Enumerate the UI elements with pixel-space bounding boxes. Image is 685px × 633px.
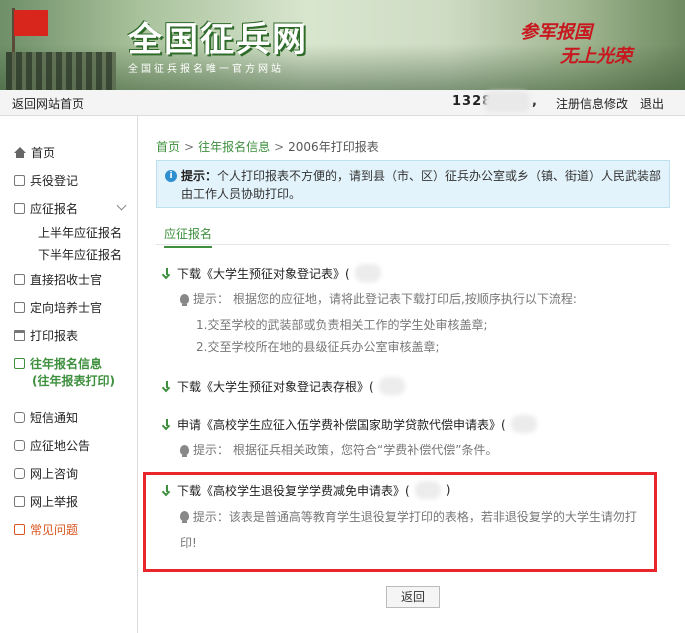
sidebar-item-label: 兵役登记: [30, 174, 79, 188]
sidebar-item-past-info[interactable]: 往年报名信息: [14, 355, 102, 372]
hint-label: 提示：: [192, 510, 229, 524]
info-tip-box: i 提示：个人打印报表不方便的，请到县（市、区）征兵办公室或乡（镇、街道）人民武…: [156, 160, 670, 208]
history-icon: [14, 358, 25, 369]
mail-icon: [14, 496, 25, 507]
hint-step-1: 1.交至学校的武装部或负责相关工作的学生处审核盖章;: [196, 318, 488, 332]
info-icon: i: [165, 170, 177, 182]
sidebar-item-enlist[interactable]: 应征报名: [14, 200, 78, 217]
sidebar-item-label: 定向培养士官: [30, 301, 103, 315]
site-banner: 全国征兵网 全国征兵报名唯一官方网站 参军报国 无上光荣: [0, 0, 685, 90]
sidebar-item-enlist-first-half[interactable]: 上半年应征报名: [38, 224, 122, 241]
flag-icon: [14, 10, 48, 36]
modify-info-link[interactable]: 注册信息修改: [556, 95, 628, 112]
slogan-1: 参军报国: [520, 22, 592, 43]
redacted-blur: [378, 377, 405, 395]
hint-3: 提示： 根据征兵相关政策，您符合“学费补偿代偿”条件。: [180, 441, 497, 458]
sidebar-item-label: 打印报表: [30, 329, 79, 343]
sidebar-item-directed-training[interactable]: 定向培养士官: [14, 299, 102, 316]
redacted-blur: [354, 264, 381, 282]
sidebar-item-print[interactable]: 打印报表: [14, 327, 78, 344]
site-subtitle: 全国征兵报名唯一官方网站: [128, 64, 284, 75]
sidebar-item-label: 应征报名: [30, 202, 79, 216]
sidebar-item-label: 网上举报: [30, 495, 79, 509]
breadcrumb: 首页 > 往年报名信息 >2006年打印报表: [156, 138, 379, 155]
question-icon: [14, 524, 25, 535]
sidebar-item-notice[interactable]: 应征地公告: [14, 437, 90, 454]
sidebar-item-registration[interactable]: 兵役登记: [14, 172, 78, 189]
hint-4: 提示：该表是普通高等教育学生退役复学打印的表格，若非退役复学的大学生请勿打印!: [180, 504, 640, 556]
back-home-link[interactable]: 返回网站首页: [12, 95, 84, 112]
list-icon: [14, 203, 25, 214]
lightbulb-icon: [180, 511, 189, 523]
tip-content: 个人打印报表不方便的，请到县（市、区）征兵办公室或乡（镇、街道）人民武装部由工作…: [181, 169, 662, 201]
download-title: 申请《高校学生应征入伍学费补偿国家助学贷款代偿申请表》(: [177, 417, 506, 432]
redacted-blur: [414, 481, 441, 499]
tab-enlist[interactable]: 应征报名: [164, 225, 213, 248]
home-icon: [14, 146, 26, 159]
breadcrumb-current: 2006年打印报表: [288, 140, 379, 154]
sidebar-item-report[interactable]: 网上举报: [14, 493, 78, 510]
download-icon: [162, 267, 172, 279]
sidebar-item-label: 应征地公告: [30, 439, 91, 453]
download-icon: [162, 484, 172, 496]
sidebar-item-sms[interactable]: 短信通知: [14, 409, 78, 426]
redacted-blur: [510, 415, 537, 433]
lightbulb-icon: [180, 293, 189, 306]
tip-label: 提示：: [181, 169, 218, 183]
hint-text: 根据您的应征地，请将此登记表下载打印后,按顺序执行以下流程:: [233, 292, 577, 306]
breadcrumb-home[interactable]: 首页: [156, 140, 180, 154]
tab-divider: [156, 244, 670, 245]
user-comma: ,: [532, 94, 537, 109]
sidebar-item-direct-recruit[interactable]: 直接招收士官: [14, 271, 102, 288]
hint-text: 该表是普通高等教育学生退役复学打印的表格，若非退役复学的大学生请勿打印!: [180, 510, 637, 550]
sidebar-item-enlist-second-half[interactable]: 下半年应征报名: [38, 246, 122, 263]
download-title-end: ): [445, 483, 451, 497]
sidebar-item-faq[interactable]: 常见问题: [14, 521, 78, 538]
lightbulb-icon: [180, 444, 189, 457]
sidebar-item-consult[interactable]: 网上咨询: [14, 465, 78, 482]
sidebar-item-label: 常见问题: [30, 523, 79, 537]
download-icon: [162, 380, 172, 392]
soldiers-image: [6, 52, 116, 90]
download-link-tuition-waiver[interactable]: 下载《高校学生退役复学学费减免申请表》( ): [162, 481, 450, 499]
chevron-down-icon[interactable]: [116, 200, 127, 211]
hint-label: 提示：: [193, 443, 230, 457]
breadcrumb-past[interactable]: 往年报名信息: [198, 140, 270, 154]
sidebar-item-label: 首页: [31, 146, 56, 160]
sidebar-item-label: 直接招收士官: [30, 273, 103, 287]
slogan-2: 无上光荣: [560, 46, 632, 67]
printer-icon: [14, 330, 25, 341]
redacted-blur: [484, 91, 530, 113]
logout-link[interactable]: 退出: [640, 95, 664, 112]
sidebar-item-label: 往年报名信息: [30, 357, 103, 371]
person-icon: [14, 302, 25, 313]
download-icon: [162, 418, 172, 430]
form-icon: [14, 175, 25, 186]
download-link-registration-stub[interactable]: 下载《大学生预征对象登记表存根》(: [162, 377, 405, 395]
top-bar: 返回网站首页 1328 , 注册信息修改 退出: [0, 90, 685, 116]
back-button[interactable]: 返回: [386, 586, 440, 608]
sidebar-item-label: 短信通知: [30, 411, 79, 425]
breadcrumb-sep: >: [274, 140, 285, 154]
download-title: 下载《高校学生退役复学学费减免申请表》(: [177, 483, 410, 498]
sidebar: 首页 兵役登记 应征报名 上半年应征报名 下半年应征报名 直接招收士官 定向培养…: [0, 116, 138, 633]
message-icon: [14, 412, 25, 423]
download-title: 下载《大学生预征对象登记表》(: [177, 266, 350, 281]
tip-text: 提示：个人打印报表不方便的，请到县（市、区）征兵办公室或乡（镇、街道）人民武装部…: [181, 167, 663, 203]
download-link-registration-form[interactable]: 下载《大学生预征对象登记表》(: [162, 264, 381, 282]
chat-icon: [14, 468, 25, 479]
hint-label: 提示：: [193, 292, 230, 306]
notice-icon: [14, 440, 25, 451]
breadcrumb-sep: >: [184, 140, 195, 154]
apply-link-tuition-compensation[interactable]: 申请《高校学生应征入伍学费补偿国家助学贷款代偿申请表》(: [162, 415, 537, 433]
sidebar-item-home[interactable]: 首页: [14, 144, 55, 161]
hint-text: 根据征兵相关政策，您符合“学费补偿代偿”条件。: [233, 443, 498, 457]
sidebar-item-label: 网上咨询: [30, 467, 79, 481]
download-title: 下载《大学生预征对象登记表存根》(: [177, 379, 374, 394]
hint-1: 提示： 根据您的应征地，请将此登记表下载打印后,按顺序执行以下流程:: [180, 290, 577, 307]
site-title: 全国征兵网: [128, 20, 308, 60]
person-icon: [14, 274, 25, 285]
sidebar-item-past-info-sub[interactable]: (往年报表打印): [32, 372, 115, 389]
hint-step-2: 2.交至学校所在地的县级征兵办公室审核盖章;: [196, 340, 440, 354]
